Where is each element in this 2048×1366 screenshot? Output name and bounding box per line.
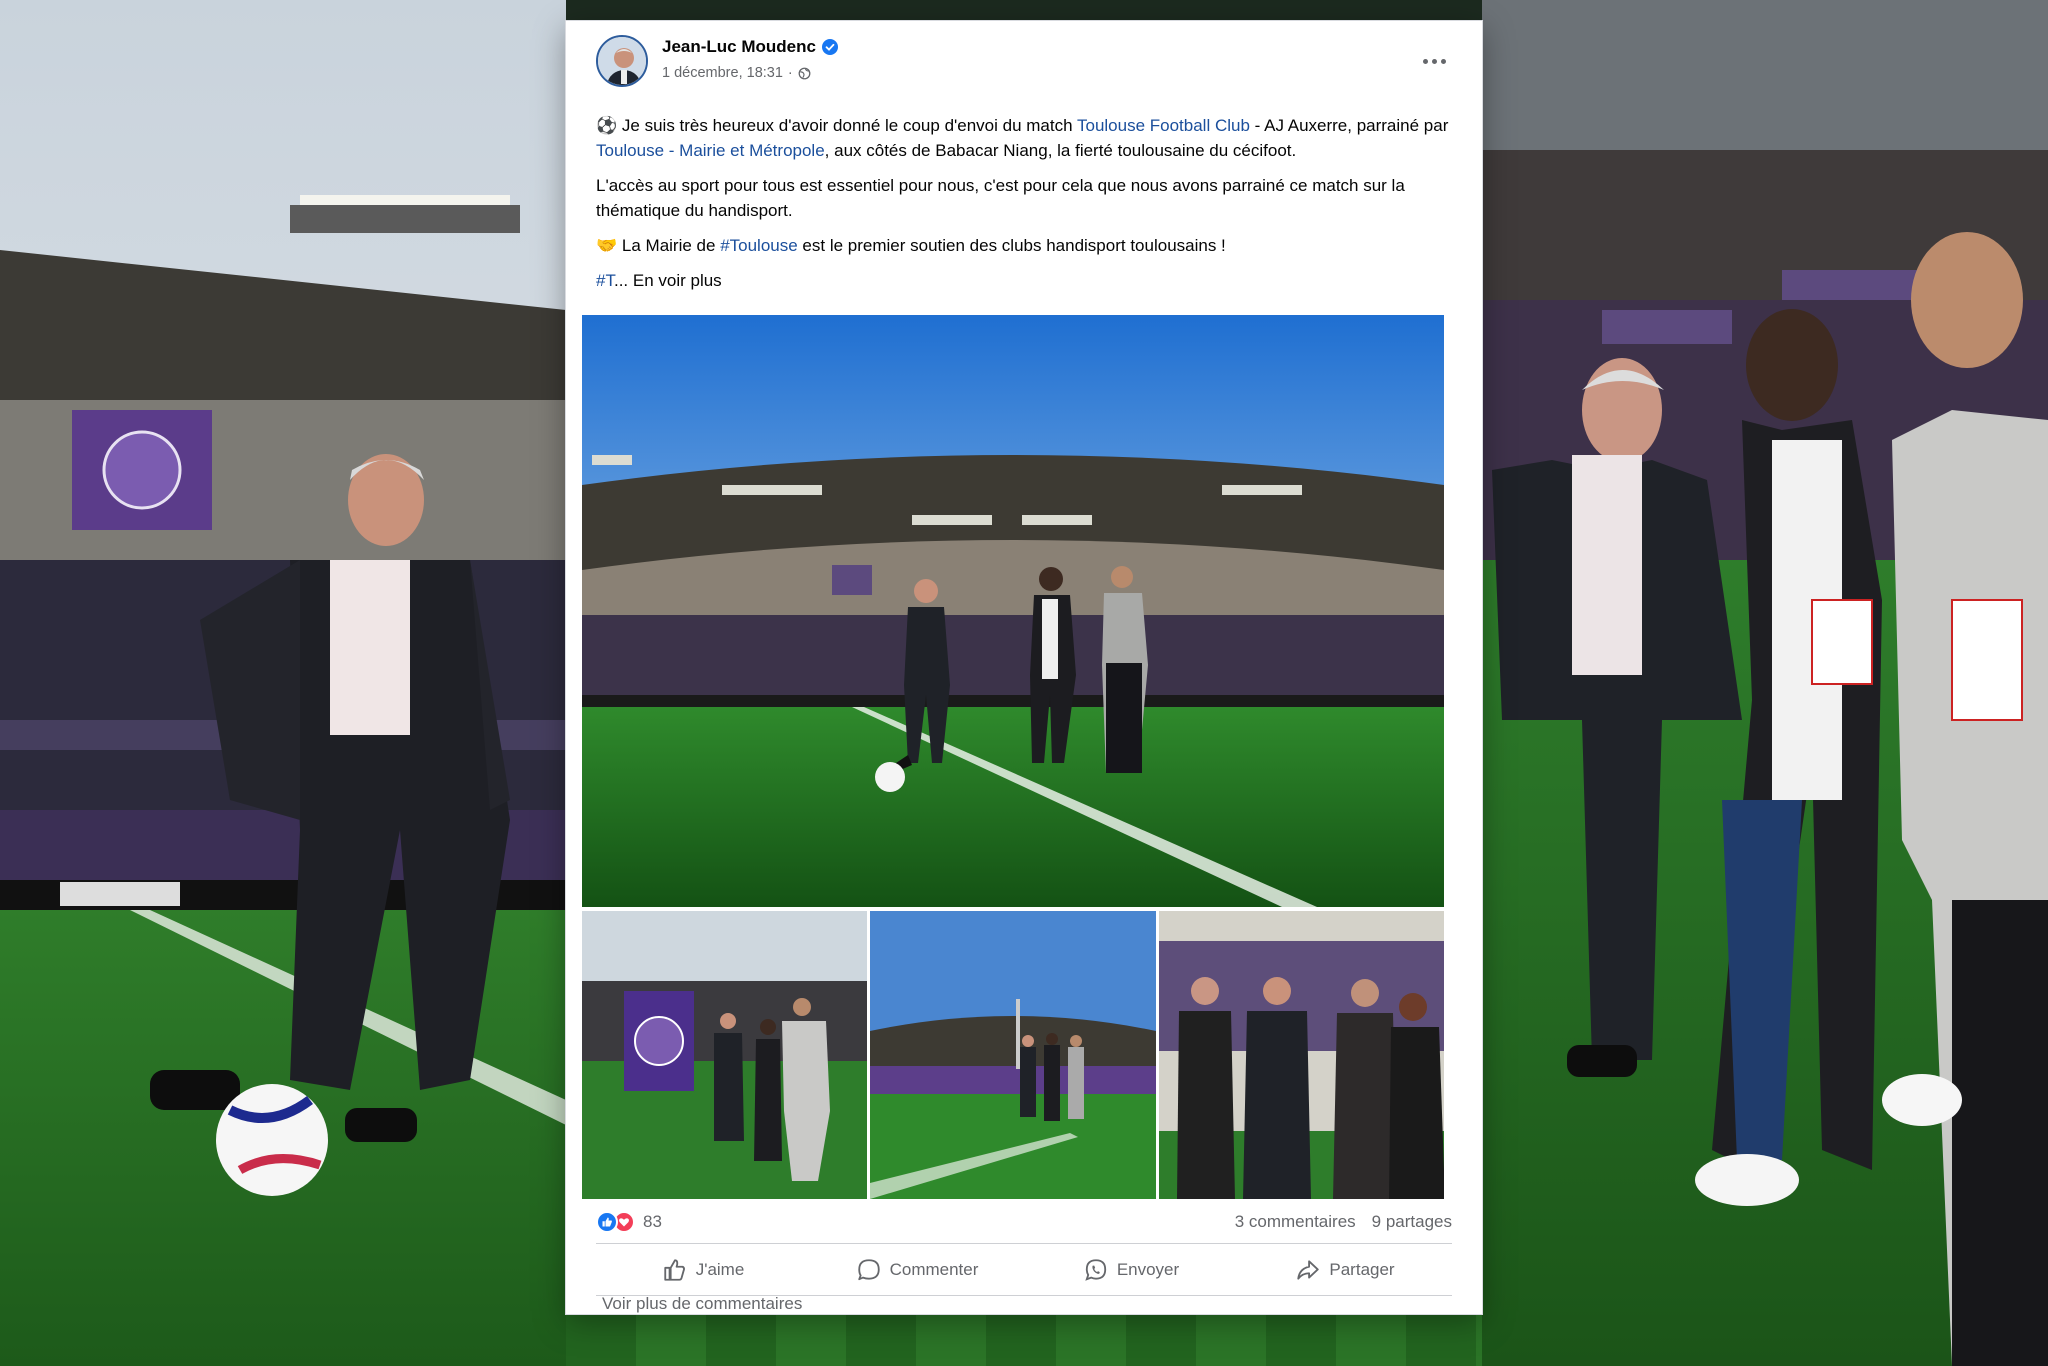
post-photo-thumbnail-1[interactable] <box>582 911 868 1199</box>
hashtag-toulouse-link[interactable]: #Toulouse <box>720 236 798 255</box>
engagement-counts: 3 commentaires 9 partages <box>1235 1212 1452 1232</box>
background-photo-bottom <box>566 1314 1482 1366</box>
more-dot-icon <box>1422 58 1428 64</box>
author-name-text[interactable]: Jean-Luc Moudenc <box>662 37 816 57</box>
verified-badge-icon <box>821 39 838 55</box>
send-label: Envoyer <box>1116 1260 1180 1279</box>
share-button[interactable]: Partager <box>1238 1247 1452 1293</box>
page-link-tfc[interactable]: Toulouse Football Club <box>1077 116 1250 135</box>
divider <box>596 1243 1452 1244</box>
post-text-segment: Je suis très heureux d'avoir donné le co… <box>621 116 1077 135</box>
page-link-mairie[interactable]: Toulouse - Mairie et Métropole <box>596 141 825 160</box>
like-reaction-icon <box>596 1211 618 1233</box>
comment-label: Commenter <box>889 1260 979 1279</box>
view-more-comments-link[interactable]: Voir plus de commentaires <box>602 1294 802 1314</box>
post-text-segment: - AJ Auxerre, parrainé par <box>1249 116 1449 135</box>
reactions-summary[interactable]: 83 <box>596 1211 662 1233</box>
post-card: Jean-Luc Moudenc 1 décembre, 18:31 · ⚽ J… <box>566 21 1482 1314</box>
post-text-segment: , aux côtés de Babacar Niang, la fierté … <box>824 141 1297 160</box>
post-paragraph-1: ⚽ Je suis très heureux d'avoir donné le … <box>596 113 1452 163</box>
background-photo-left <box>0 0 566 1366</box>
comment-button[interactable]: Commenter <box>810 1247 1024 1293</box>
post-text-segment: est le premier soutien des clubs handisp… <box>797 236 1226 255</box>
globe-icon <box>798 67 811 79</box>
send-button[interactable]: Envoyer <box>1024 1247 1238 1293</box>
avatar[interactable] <box>596 35 648 87</box>
post-text: ⚽ Je suis très heureux d'avoir donné le … <box>596 113 1452 303</box>
handshake-icon: 🤝 <box>596 236 618 255</box>
post-text-segment: La Mairie de <box>621 236 721 255</box>
comment-bubble-icon <box>857 1259 880 1281</box>
background-photo-right <box>1482 0 2048 1366</box>
thumbs-up-icon <box>664 1259 685 1281</box>
post-main-photo[interactable] <box>582 315 1444 907</box>
reactions-count: 83 <box>643 1212 662 1231</box>
post-header: Jean-Luc Moudenc 1 décembre, 18:31 · <box>596 35 1452 95</box>
post-photo-thumbnail-2[interactable] <box>870 911 1156 1199</box>
post-meta: 1 décembre, 18:31 · <box>662 65 811 81</box>
share-label: Partager <box>1329 1260 1395 1279</box>
like-button[interactable]: J'aime <box>596 1247 810 1293</box>
author-name[interactable]: Jean-Luc Moudenc <box>662 37 838 57</box>
whatsapp-icon <box>1085 1259 1106 1281</box>
ellipsis: ... <box>613 271 629 290</box>
like-label: J'aime <box>695 1260 745 1279</box>
post-paragraph-4: #T... En voir plus <box>596 268 1452 293</box>
post-stats: 83 3 commentaires 9 partages <box>596 1207 1452 1237</box>
share-arrow-icon <box>1297 1260 1320 1280</box>
soccer-ball-icon: ⚽ <box>596 116 618 135</box>
post-photo-grid <box>582 911 1444 1199</box>
see-more-link[interactable]: En voir plus <box>628 271 722 290</box>
comments-count[interactable]: 3 commentaires <box>1235 1212 1356 1232</box>
hashtag-truncated-link[interactable]: #T <box>596 271 614 290</box>
shares-count[interactable]: 9 partages <box>1372 1212 1452 1232</box>
post-timestamp[interactable]: 1 décembre, 18:31 <box>662 65 783 81</box>
more-dot-icon <box>1431 58 1437 64</box>
more-dot-icon <box>1440 58 1446 64</box>
post-photo-thumbnail-3[interactable] <box>1158 911 1444 1199</box>
post-actions: J'aime Commenter Envoyer Partager <box>596 1247 1452 1293</box>
post-paragraph-2: L'accès au sport pour tous est essentiel… <box>596 176 1405 220</box>
more-options-button[interactable] <box>1416 49 1452 73</box>
post-paragraph-3: 🤝 La Mairie de #Toulouse est le premier … <box>596 233 1452 258</box>
